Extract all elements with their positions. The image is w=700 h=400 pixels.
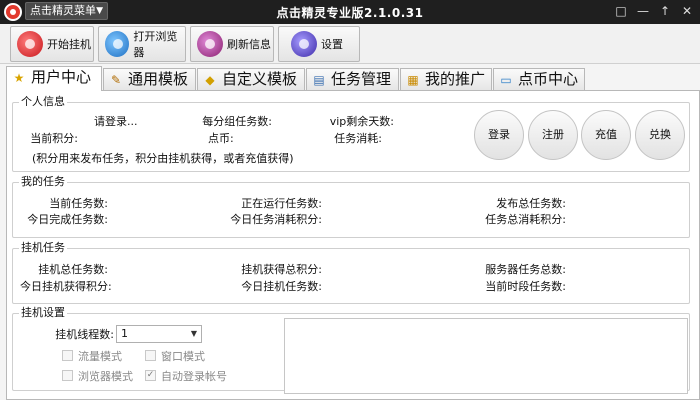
window-mode-label: 窗口模式 <box>161 350 205 363</box>
tab-label: 通用模板 <box>128 70 189 88</box>
group-title: 挂机任务 <box>19 241 67 254</box>
template-icon: ◆ <box>205 73 215 87</box>
threads-value: 1 <box>121 327 128 340</box>
tab-label: 用户中心 <box>31 68 92 86</box>
register-button[interactable]: 注册 <box>528 110 578 160</box>
open-browser-button[interactable]: 打开浏览器 <box>98 26 186 62</box>
today-completed-label: 今日完成任务数: <box>27 213 108 226</box>
running-tasks-label: 正在运行任务数: <box>241 197 322 210</box>
recharge-button[interactable]: 充值 <box>581 110 631 160</box>
chevron-down-icon: ▼ <box>190 329 197 338</box>
published-total-label: 发布总任务数: <box>496 197 566 210</box>
tab-custom-template[interactable]: ◆ 自定义模板 <box>197 68 305 90</box>
hangup-total-tasks-label: 挂机总任务数: <box>38 263 108 276</box>
checkmark-icon: ✓ <box>145 370 156 381</box>
log-textarea[interactable] <box>284 318 688 394</box>
refresh-info-label: 刷新信息 <box>227 38 271 51</box>
auto-login-checkbox[interactable]: ✓ 自动登录帐号 <box>145 370 227 383</box>
threads-label: 挂机线程数: <box>55 328 114 341</box>
tab-coin-center[interactable]: ▭ 点币中心 <box>493 68 585 90</box>
tab-label: 我的推广 <box>425 70 486 88</box>
auto-login-label: 自动登录帐号 <box>161 370 227 383</box>
browser-mode-label: 浏览器模式 <box>78 370 133 383</box>
tab-label: 任务管理 <box>331 70 392 88</box>
refresh-icon <box>197 31 223 57</box>
traffic-mode-checkbox[interactable]: 流量模式 <box>62 350 122 363</box>
tab-user-center[interactable]: ★ 用户中心 <box>6 66 102 91</box>
exchange-button[interactable]: 兑换 <box>635 110 685 160</box>
tab-label: 点币中心 <box>518 70 579 88</box>
browser-mode-checkbox[interactable]: 浏览器模式 <box>62 370 133 383</box>
refresh-info-button[interactable]: 刷新信息 <box>190 26 274 62</box>
per-group-tasks-label: 每分组任务数: <box>202 115 272 128</box>
minimize-icon[interactable]: — <box>634 3 652 19</box>
current-tasks-label: 当前任务数: <box>49 197 108 210</box>
settings-label: 设置 <box>321 38 343 51</box>
points-note: (积分用来发布任务，积分由挂机获得，或者充值获得) <box>32 152 294 165</box>
settings-icon <box>291 31 317 57</box>
current-period-tasks-label: 当前时段任务数: <box>485 280 566 293</box>
start-hangup-button[interactable]: 开始挂机 <box>10 26 94 62</box>
hangup-tasks-group: 挂机任务 <box>12 242 690 304</box>
total-consumed-points-label: 任务总消耗积分: <box>485 213 566 226</box>
start-hangup-label: 开始挂机 <box>47 38 91 51</box>
threads-select[interactable]: 1 ▼ <box>116 325 202 343</box>
close-icon[interactable]: ✕ <box>678 3 696 19</box>
title-bar: 点击精灵菜单 ▼ 点击精灵专业版2.1.0.31 □ — ↑ ✕ <box>0 0 700 24</box>
tab-label: 自定义模板 <box>222 70 298 88</box>
server-total-tasks-label: 服务器任务总数: <box>485 263 566 276</box>
toolbar: 开始挂机 打开浏览器 刷新信息 设置 <box>0 24 700 64</box>
checkbox-box <box>145 350 156 361</box>
task-consumption-label: 任务消耗: <box>334 132 382 145</box>
start-icon <box>17 31 43 57</box>
coins-label: 点币: <box>208 132 234 145</box>
tab-my-promotion[interactable]: ▦ 我的推广 <box>400 68 492 90</box>
tab-general-template[interactable]: ✎ 通用模板 <box>103 68 196 90</box>
login-button[interactable]: 登录 <box>474 110 524 160</box>
coin-icon: ▭ <box>500 73 512 87</box>
window-mode-checkbox[interactable]: 窗口模式 <box>145 350 205 363</box>
checkbox-box <box>62 370 73 381</box>
today-hangup-tasks-label: 今日挂机任务数: <box>241 280 322 293</box>
window-title: 点击精灵专业版2.1.0.31 <box>276 6 424 20</box>
vip-days-label: vip剩余天数: <box>329 115 394 128</box>
open-browser-label: 打开浏览器 <box>133 30 178 59</box>
pencil-icon: ✎ <box>110 73 122 87</box>
restore-icon[interactable]: □ <box>612 3 630 19</box>
maximize-icon[interactable]: ↑ <box>656 3 674 19</box>
my-tasks-group: 我的任务 <box>12 176 690 238</box>
login-prompt[interactable]: 请登录... <box>94 115 138 128</box>
group-title: 个人信息 <box>19 95 67 108</box>
group-title: 我的任务 <box>19 175 67 188</box>
browser-icon <box>105 31 130 57</box>
traffic-mode-label: 流量模式 <box>78 350 122 363</box>
document-icon: ▤ <box>313 73 325 87</box>
group-title: 挂机设置 <box>19 306 67 319</box>
current-points-label: 当前积分: <box>30 132 78 145</box>
tab-task-management[interactable]: ▤ 任务管理 <box>306 68 399 90</box>
hangup-total-points-label: 挂机获得总积分: <box>241 263 322 276</box>
settings-button[interactable]: 设置 <box>278 26 360 62</box>
checkbox-box <box>62 350 73 361</box>
promotion-icon: ▦ <box>407 73 419 87</box>
star-icon: ★ <box>13 71 25 85</box>
today-hangup-points-label: 今日挂机获得积分: <box>20 280 112 293</box>
today-consumed-points-label: 今日任务消耗积分: <box>230 213 322 226</box>
